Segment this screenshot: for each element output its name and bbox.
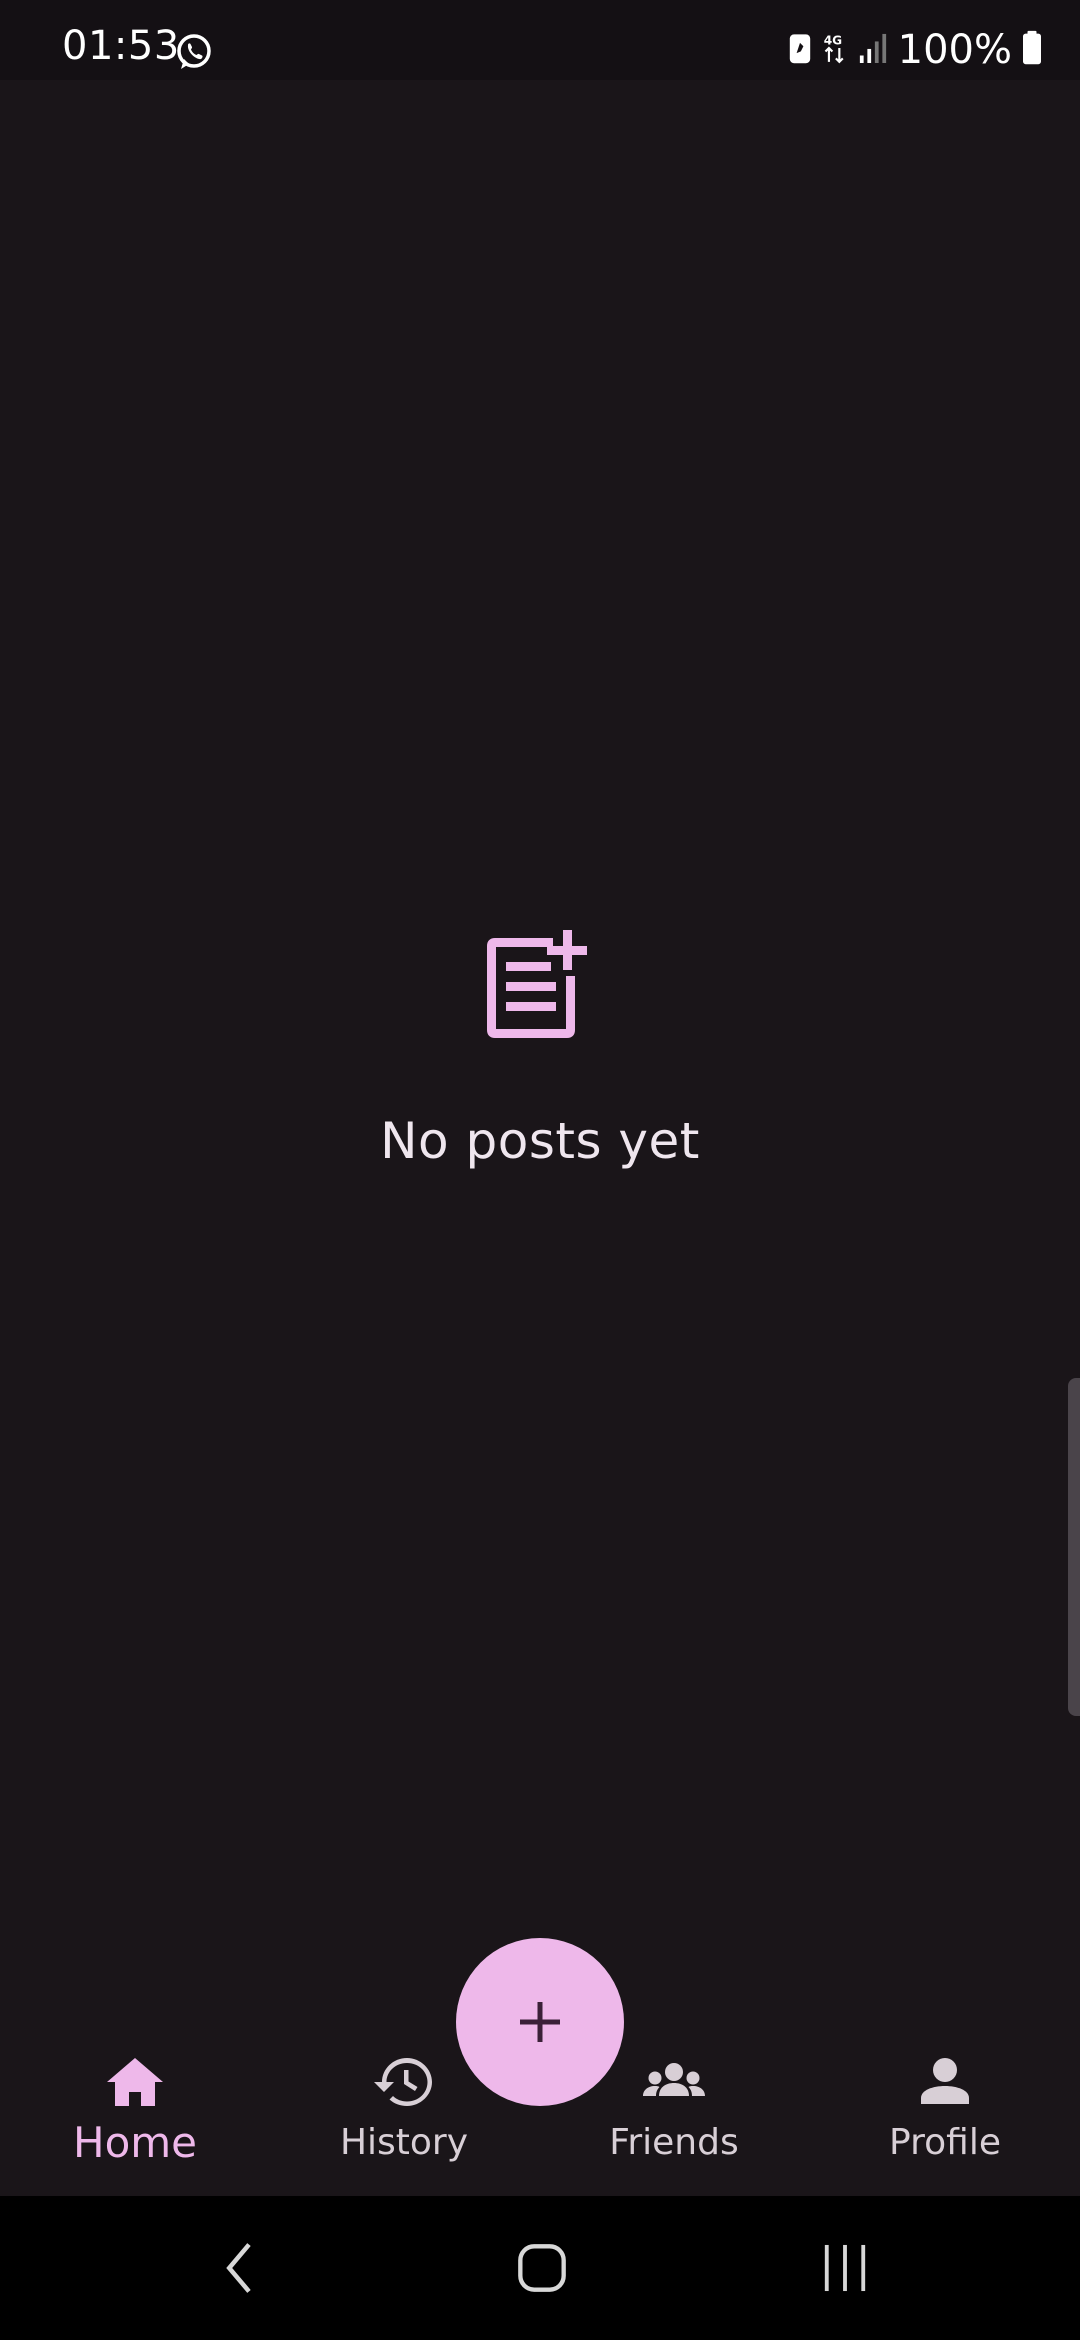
empty-state: No posts yet — [0, 920, 1080, 1170]
battery-icon — [1022, 30, 1042, 70]
network-4g-icon: 4G — [822, 30, 848, 70]
home-icon — [107, 2058, 163, 2106]
home-circle-icon — [518, 2244, 566, 2292]
nav-label-home: Home — [72, 2118, 198, 2167]
home-button[interactable] — [502, 2236, 582, 2300]
battery-percent: 100% — [897, 27, 1012, 73]
profile-icon — [921, 2058, 969, 2104]
nav-item-home[interactable]: Home — [35, 2050, 235, 2167]
add-post-fab[interactable] — [456, 1938, 624, 2106]
history-icon — [374, 2058, 432, 2106]
status-right-group: 4G 100% — [788, 28, 1042, 72]
nav-label-friends: Friends — [609, 2122, 739, 2163]
svg-text:4G: 4G — [823, 34, 841, 48]
nav-label-history: History — [339, 2122, 469, 2163]
post-add-icon — [487, 930, 587, 1038]
scrollbar-handle[interactable] — [1068, 1378, 1080, 1716]
empty-state-message: No posts yet — [380, 1112, 700, 1170]
nav-item-profile[interactable]: Profile — [845, 2050, 1045, 2163]
plus-icon — [520, 2002, 560, 2042]
whatsapp-icon — [174, 32, 214, 72]
app-screen: 01:53 4G 100% No posts yet Home History … — [0, 0, 1080, 2340]
system-navigation-bar — [0, 2196, 1080, 2340]
recents-icon — [824, 2244, 866, 2292]
status-time: 01:53 — [62, 23, 180, 69]
status-bar: 01:53 4G 100% — [0, 0, 1080, 80]
back-icon — [226, 2243, 251, 2293]
signal-icon — [858, 31, 888, 69]
back-button[interactable] — [200, 2236, 280, 2300]
nav-label-profile: Profile — [889, 2122, 1001, 2163]
recents-button[interactable] — [805, 2236, 885, 2300]
friends-icon — [643, 2063, 705, 2096]
battery-saver-icon — [788, 31, 812, 69]
